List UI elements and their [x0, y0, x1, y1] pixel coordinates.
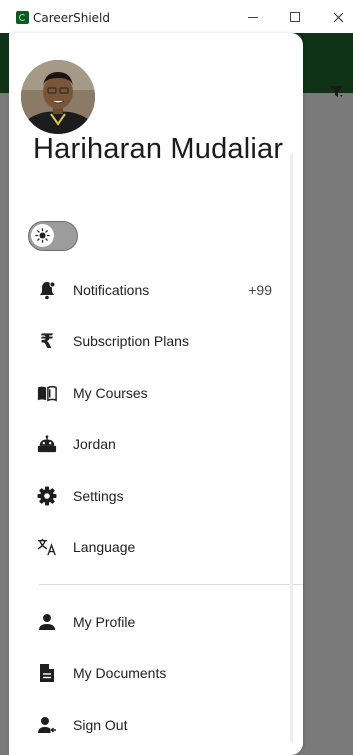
- menu-item-label: Jordan: [73, 436, 116, 452]
- menu-item-subscription-plans[interactable]: ₹ Subscription Plans: [9, 318, 303, 364]
- menu-divider: [39, 584, 303, 585]
- avatar-photo-icon: [21, 60, 95, 134]
- robot-icon: [37, 434, 57, 454]
- person-icon: [37, 612, 57, 632]
- window-title: CareerShield: [33, 11, 110, 25]
- navigation-drawer: Hariharan Mudaliar Notifications +99 ₹ S…: [9, 33, 303, 755]
- menu-item-label: My Courses: [73, 385, 148, 401]
- book-icon: [37, 383, 57, 403]
- notification-count-badge: +99: [248, 282, 272, 298]
- avatar[interactable]: [21, 60, 95, 134]
- menu-item-label: Sign Out: [73, 717, 128, 733]
- menu-item-my-profile[interactable]: My Profile: [9, 599, 303, 645]
- close-icon: [333, 12, 343, 22]
- app-logo-icon: [16, 11, 29, 24]
- menu-item-jordan[interactable]: Jordan: [9, 421, 303, 467]
- menu-item-label: Subscription Plans: [73, 333, 189, 349]
- sign-out-icon: [37, 715, 57, 735]
- menu-item-settings[interactable]: Settings: [9, 473, 303, 519]
- rupee-icon: ₹: [40, 329, 54, 353]
- menu-item-notifications[interactable]: Notifications +99: [9, 267, 303, 313]
- menu-item-label: Notifications: [73, 282, 150, 298]
- close-button[interactable]: [327, 6, 349, 28]
- menu-item-label: Settings: [73, 488, 124, 504]
- translate-icon: [37, 537, 57, 557]
- toggle-knob: [31, 224, 54, 247]
- menu-item-label: My Profile: [73, 614, 136, 630]
- drawer-scrollbar[interactable]: [290, 153, 293, 743]
- maximize-button[interactable]: [284, 6, 306, 28]
- menu-item-my-documents[interactable]: My Documents: [9, 650, 303, 696]
- minimize-button[interactable]: [242, 6, 264, 28]
- document-icon: [37, 663, 57, 683]
- menu-item-sign-out[interactable]: Sign Out: [9, 702, 303, 748]
- filter-icon[interactable]: [329, 84, 345, 100]
- menu-item-language[interactable]: Language: [9, 524, 303, 570]
- gear-icon: [37, 486, 57, 506]
- notification-bell-icon: [37, 280, 57, 300]
- menu-item-label: Language: [73, 539, 136, 555]
- window-titlebar: CareerShield: [0, 0, 353, 33]
- menu-item-label: My Documents: [73, 665, 167, 681]
- menu-item-my-courses[interactable]: My Courses: [9, 370, 303, 416]
- sun-icon: [35, 228, 50, 243]
- user-name: Hariharan Mudaliar: [33, 133, 284, 165]
- theme-toggle[interactable]: [28, 221, 78, 251]
